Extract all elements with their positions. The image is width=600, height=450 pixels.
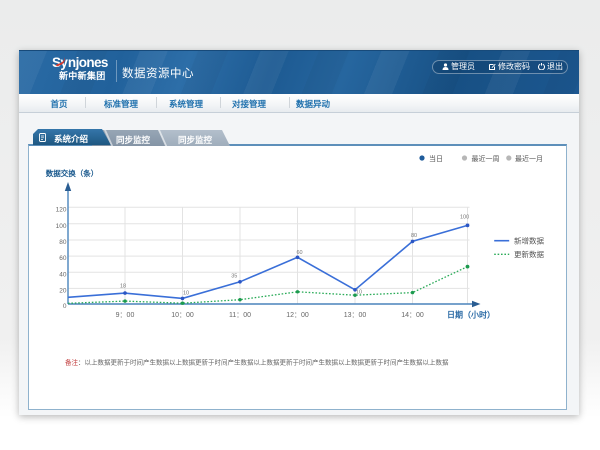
svg-text:12：00: 12：00 bbox=[286, 312, 309, 319]
svg-text:日期（小时）: 日期（小时） bbox=[447, 310, 495, 320]
svg-text:数据交换（条）: 数据交换（条） bbox=[46, 168, 99, 178]
svg-text:60: 60 bbox=[296, 250, 302, 256]
svg-text:20: 20 bbox=[59, 287, 67, 294]
svg-text:当日: 当日 bbox=[429, 154, 443, 163]
svg-text:40: 40 bbox=[59, 271, 67, 278]
svg-text:最近一月: 最近一月 bbox=[515, 154, 543, 163]
svg-text:100: 100 bbox=[56, 223, 67, 230]
svg-text:9：00: 9：00 bbox=[116, 312, 135, 319]
svg-text:120: 120 bbox=[56, 206, 67, 213]
svg-text:80: 80 bbox=[59, 239, 67, 246]
svg-text:10: 10 bbox=[183, 291, 189, 297]
svg-text:13：00: 13：00 bbox=[344, 312, 367, 319]
svg-text:60: 60 bbox=[59, 255, 67, 262]
svg-text:18: 18 bbox=[120, 284, 126, 290]
svg-text:备注：以上数据更新于时间产生数据以上数据更新于时间产生数据以: 备注：以上数据更新于时间产生数据以上数据更新于时间产生数据以上数据更新于时间产生… bbox=[65, 358, 449, 367]
svg-text:10：00: 10：00 bbox=[171, 312, 194, 319]
svg-text:新增数据: 新增数据 bbox=[514, 236, 544, 246]
svg-text:更新数据: 更新数据 bbox=[514, 249, 544, 259]
svg-text:100: 100 bbox=[460, 215, 469, 221]
svg-text:14：00: 14：00 bbox=[401, 312, 424, 319]
svg-text:0: 0 bbox=[63, 303, 67, 310]
svg-text:最近一周: 最近一周 bbox=[472, 154, 500, 163]
svg-text:35: 35 bbox=[231, 274, 237, 280]
svg-text:10: 10 bbox=[356, 290, 362, 296]
svg-text:80: 80 bbox=[411, 233, 417, 239]
svg-text:11：00: 11：00 bbox=[229, 312, 251, 319]
